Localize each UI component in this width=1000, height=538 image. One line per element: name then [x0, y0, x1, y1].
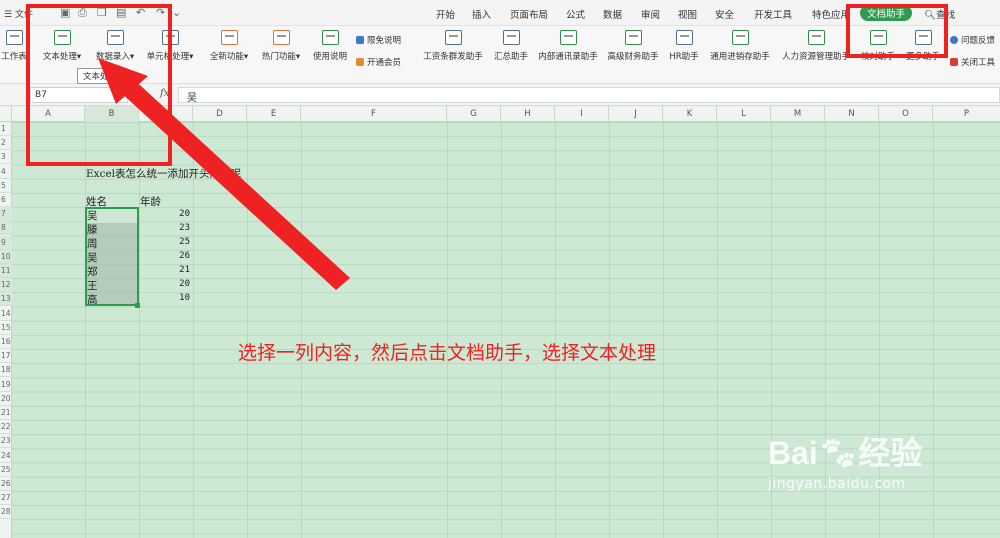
watermark: Bai🐾︎经验 jingyan.baidu.com [768, 428, 922, 492]
paw-icon: 🐾︎ [817, 435, 859, 471]
watermark-brand-cn: 经验 [858, 434, 923, 472]
annotation-text: 选择一列内容，然后点击文档助手，选择文本处理 [238, 342, 657, 364]
watermark-brand: Bai [768, 435, 818, 471]
arrow-shape [104, 64, 350, 290]
watermark-url: jingyan.baidu.com [768, 476, 906, 492]
